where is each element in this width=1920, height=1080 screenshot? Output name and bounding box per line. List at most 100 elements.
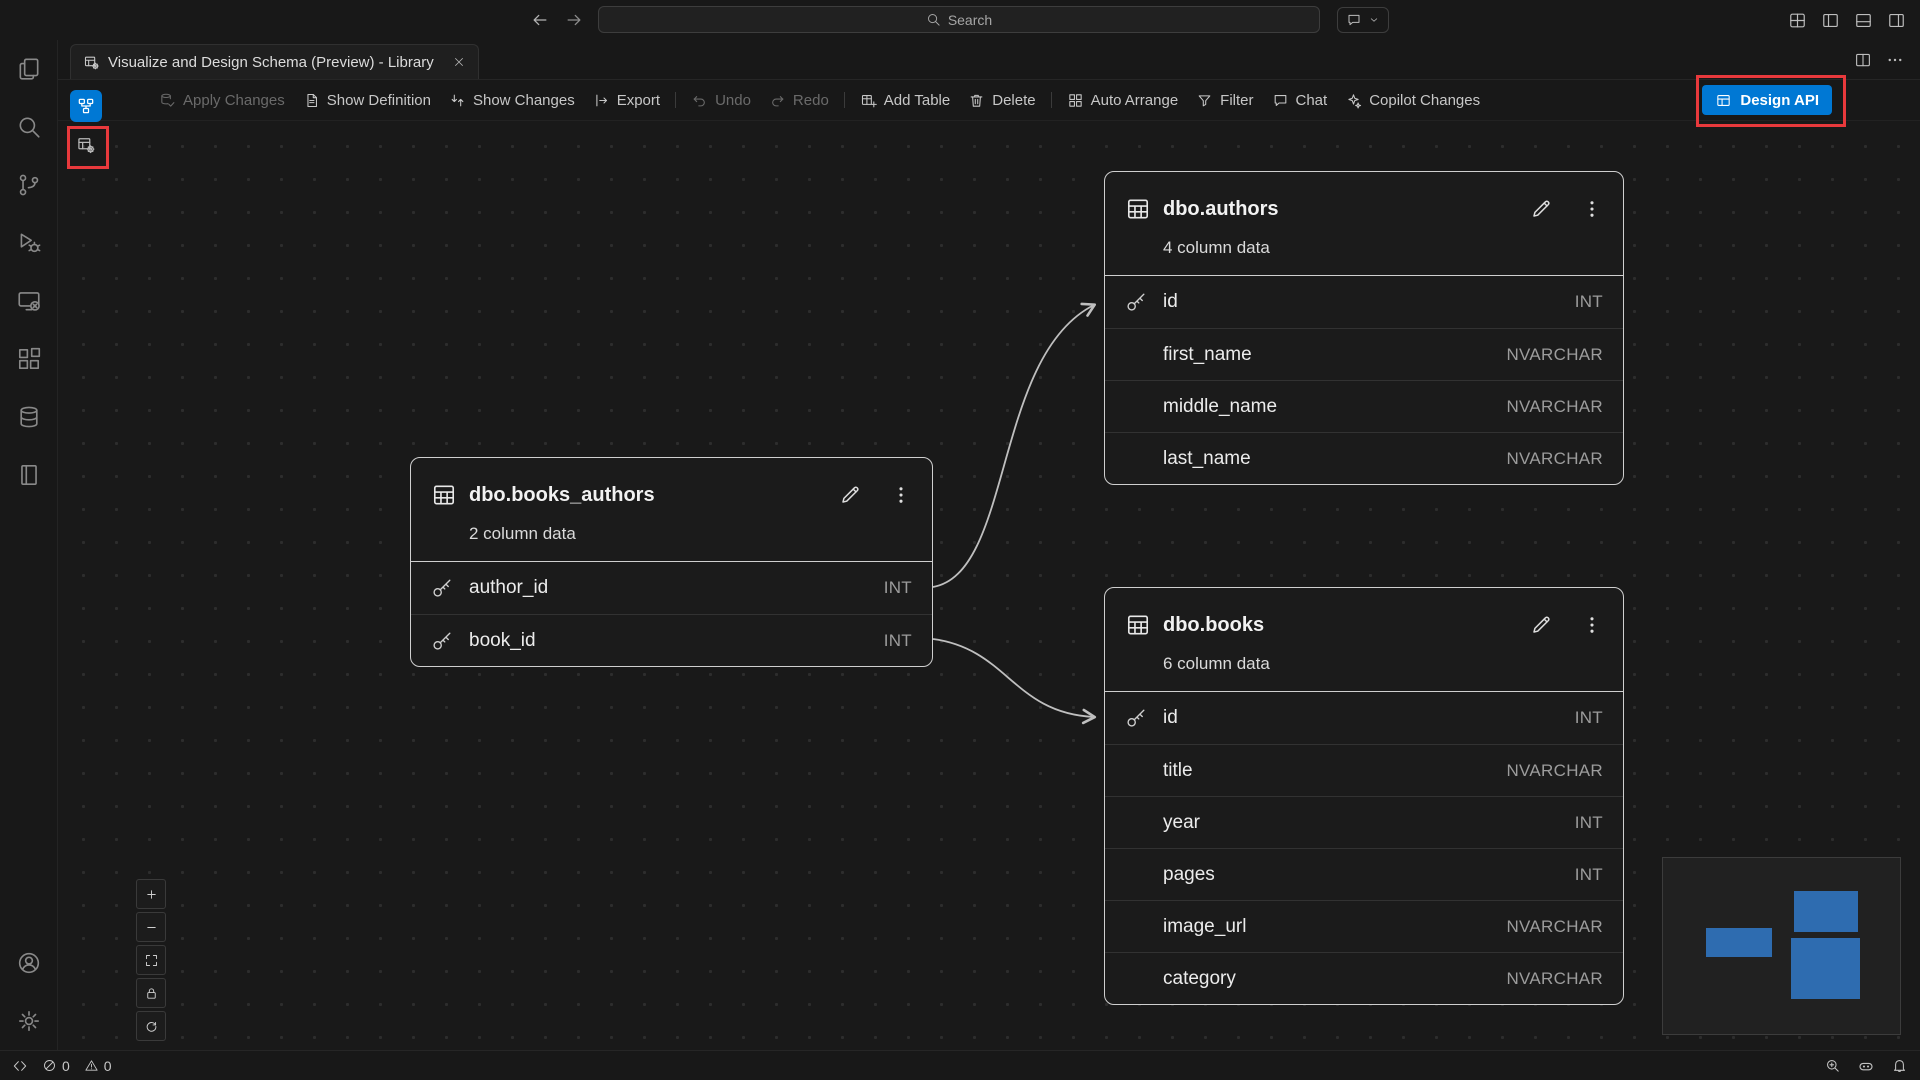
column-type: NVARCHAR <box>1506 345 1603 365</box>
chat-button[interactable]: Chat <box>1263 80 1337 121</box>
zoom-status-icon[interactable] <box>1824 1057 1841 1074</box>
column-type: INT <box>1575 865 1603 885</box>
problems-warnings[interactable]: 0 <box>84 1058 112 1074</box>
column-row[interactable]: year INT <box>1105 796 1623 848</box>
schema-canvas[interactable]: dbo.books_authors 2 column data author_i… <box>58 121 1920 1050</box>
edit-table-icon[interactable] <box>838 483 862 507</box>
column-row[interactable]: category NVARCHAR <box>1105 952 1623 1004</box>
table-menu-icon[interactable] <box>890 484 912 506</box>
delete-button[interactable]: Delete <box>959 80 1044 121</box>
column-row[interactable]: last_name NVARCHAR <box>1105 432 1623 484</box>
extensions-icon[interactable] <box>0 330 58 388</box>
column-row[interactable]: middle_name NVARCHAR <box>1105 380 1623 432</box>
undo-button[interactable]: Undo <box>682 80 760 121</box>
edit-table-icon[interactable] <box>1529 197 1553 221</box>
zoom-out-button[interactable] <box>136 912 166 942</box>
column-row[interactable]: book_id INT <box>411 614 932 666</box>
table-node-authors[interactable]: dbo.authors 4 column data id INT first_n… <box>1104 171 1624 485</box>
edit-table-icon[interactable] <box>1529 613 1553 637</box>
nav-forward-icon[interactable] <box>564 10 584 30</box>
database-projects-icon[interactable] <box>0 446 58 504</box>
table-menu-icon[interactable] <box>1581 198 1603 220</box>
table-designer-view-button[interactable] <box>70 129 102 161</box>
search-view-icon[interactable] <box>0 98 58 156</box>
filter-button[interactable]: Filter <box>1187 80 1262 121</box>
column-row[interactable]: image_url NVARCHAR <box>1105 900 1623 952</box>
column-name: year <box>1163 812 1575 834</box>
column-name: category <box>1163 968 1506 990</box>
export-button[interactable]: Export <box>584 80 669 121</box>
table-node-books[interactable]: dbo.books 6 column data id INT title NVA… <box>1104 587 1624 1005</box>
more-actions-icon[interactable] <box>1886 51 1904 69</box>
copilot-status-icon[interactable] <box>1857 1057 1875 1075</box>
copilot-menu-button[interactable] <box>1337 7 1389 33</box>
customize-layout-icon[interactable] <box>1788 11 1807 30</box>
redo-label: Redo <box>793 92 829 109</box>
show-changes-button[interactable]: Show Changes <box>440 80 584 121</box>
column-type: NVARCHAR <box>1506 969 1603 989</box>
table-grid-icon <box>431 482 457 508</box>
toggle-primary-sidebar-icon[interactable] <box>1821 11 1840 30</box>
column-row[interactable]: pages INT <box>1105 848 1623 900</box>
column-row[interactable]: id INT <box>1105 692 1623 744</box>
sql-server-icon[interactable] <box>0 388 58 446</box>
remote-explorer-icon[interactable] <box>0 272 58 330</box>
notifications-bell-icon[interactable] <box>1891 1057 1908 1074</box>
search-input[interactable]: Search <box>598 6 1320 33</box>
copilot-changes-button[interactable]: Copilot Changes <box>1336 80 1489 121</box>
table-node-books-authors[interactable]: dbo.books_authors 2 column data author_i… <box>410 457 933 667</box>
apply-changes-button[interactable]: Apply Changes <box>150 80 294 121</box>
search-icon <box>926 12 941 27</box>
minimap-table-books <box>1791 938 1860 999</box>
column-name: last_name <box>1163 448 1506 470</box>
auto-arrange-button[interactable]: Auto Arrange <box>1058 80 1188 121</box>
design-api-button[interactable]: Design API <box>1702 85 1832 115</box>
column-name: id <box>1163 291 1575 313</box>
explorer-icon[interactable] <box>0 40 58 98</box>
fit-view-button[interactable] <box>136 945 166 975</box>
table-name: dbo.books_authors <box>469 484 826 507</box>
apply-changes-label: Apply Changes <box>183 92 285 109</box>
show-definition-button[interactable]: Show Definition <box>294 80 440 121</box>
refresh-layout-button[interactable] <box>136 1011 166 1041</box>
close-tab-icon[interactable] <box>452 55 466 69</box>
auto-arrange-label: Auto Arrange <box>1091 92 1179 109</box>
remote-indicator-icon[interactable] <box>12 1058 28 1074</box>
run-debug-icon[interactable] <box>0 214 58 272</box>
title-bar: Search <box>0 0 1920 40</box>
column-name: book_id <box>469 630 884 652</box>
table-grid-icon <box>1125 196 1151 222</box>
warning-icon <box>84 1058 99 1073</box>
redo-button[interactable]: Redo <box>760 80 838 121</box>
problems-errors[interactable]: 0 <box>42 1058 70 1074</box>
tab-schema-designer[interactable]: Visualize and Design Schema (Preview) - … <box>70 44 479 79</box>
column-row[interactable]: author_id INT <box>411 562 932 614</box>
tab-bar: Visualize and Design Schema (Preview) - … <box>58 40 1920 80</box>
settings-gear-icon[interactable] <box>0 992 58 1050</box>
column-type: NVARCHAR <box>1506 761 1603 781</box>
copilot-changes-label: Copilot Changes <box>1369 92 1480 109</box>
table-header: dbo.books_authors 2 column data <box>411 458 932 562</box>
chat-label: Chat <box>1296 92 1328 109</box>
table-subtitle: 4 column data <box>1163 238 1603 258</box>
column-row[interactable]: title NVARCHAR <box>1105 744 1623 796</box>
search-placeholder: Search <box>948 12 992 28</box>
table-menu-icon[interactable] <box>1581 614 1603 636</box>
account-icon[interactable] <box>0 934 58 992</box>
split-editor-icon[interactable] <box>1854 51 1872 69</box>
chevron-down-icon <box>1368 14 1380 26</box>
column-row[interactable]: first_name NVARCHAR <box>1105 328 1623 380</box>
zoom-in-button[interactable] <box>136 879 166 909</box>
lock-canvas-button[interactable] <box>136 978 166 1008</box>
schema-diagram-view-button[interactable] <box>70 90 102 122</box>
minimap[interactable] <box>1662 857 1901 1035</box>
toggle-panel-icon[interactable] <box>1854 11 1873 30</box>
nav-back-icon[interactable] <box>530 10 550 30</box>
toggle-secondary-sidebar-icon[interactable] <box>1887 11 1906 30</box>
add-table-button[interactable]: Add Table <box>851 80 959 121</box>
column-row[interactable]: id INT <box>1105 276 1623 328</box>
source-control-icon[interactable] <box>0 156 58 214</box>
zoom-controls <box>136 879 166 1041</box>
schema-designer-tab-icon <box>83 54 100 71</box>
status-bar: 0 0 <box>0 1050 1920 1080</box>
